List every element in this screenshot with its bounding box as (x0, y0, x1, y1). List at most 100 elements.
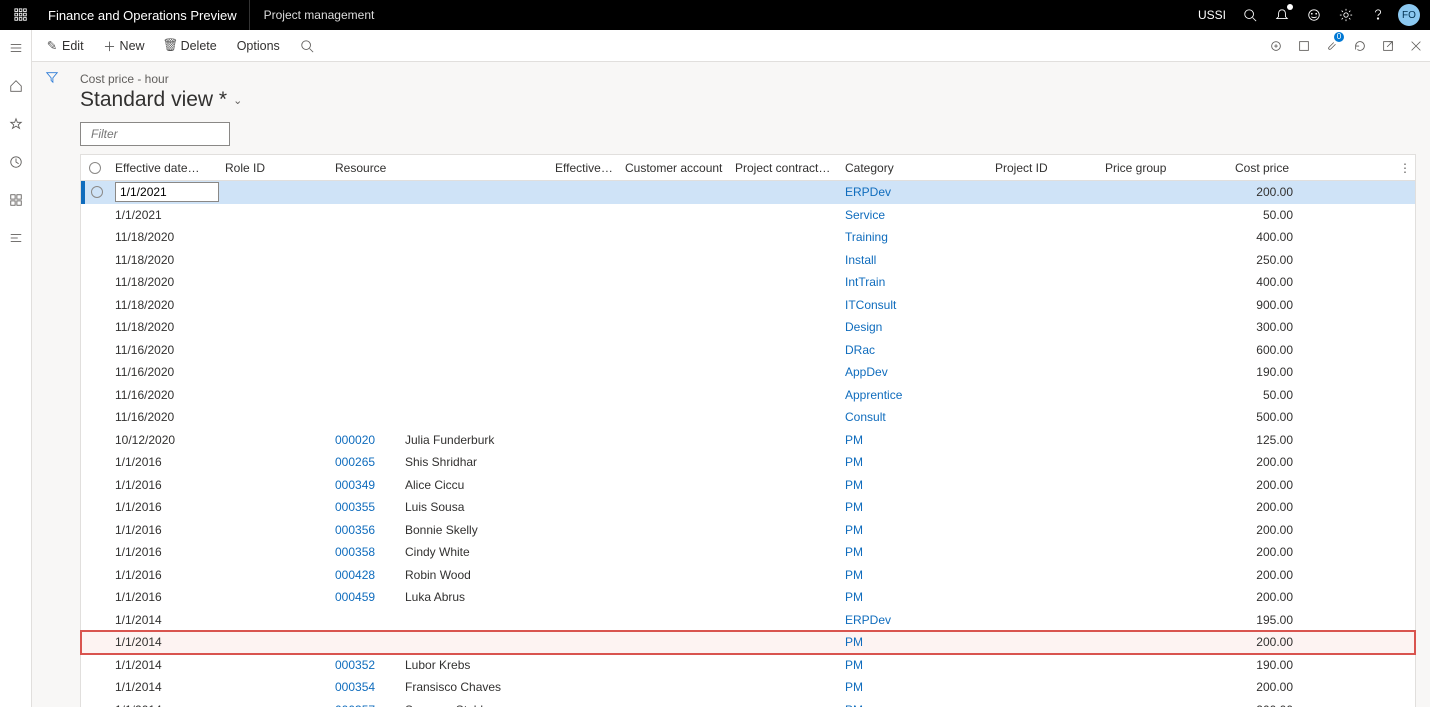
table-row[interactable]: 1/1/2016000356Bonnie SkellyPM200.00 (81, 519, 1415, 542)
cell-category[interactable]: PM (839, 658, 989, 672)
col-customer-account[interactable]: Customer account (619, 161, 729, 175)
cell-effective-date[interactable]: 1/1/2016 (109, 478, 219, 492)
notifications-icon[interactable] (1266, 0, 1298, 30)
table-row[interactable]: 1/1/2021Service50.00 (81, 204, 1415, 227)
nav-favorite-icon[interactable] (0, 112, 32, 136)
col-cost-price[interactable]: Cost price (1229, 161, 1299, 175)
cell-resource[interactable]: 000459 (329, 590, 399, 604)
filter-input[interactable] (91, 127, 248, 141)
table-row[interactable]: 1/1/2016000358Cindy WhitePM200.00 (81, 541, 1415, 564)
cell-category[interactable]: PM (839, 523, 989, 537)
cell-category[interactable]: Design (839, 320, 989, 334)
table-row[interactable]: 11/18/2020Design300.00 (81, 316, 1415, 339)
cell-effective-date[interactable]: 11/16/2020 (109, 365, 219, 379)
row-selector[interactable] (85, 186, 109, 198)
table-row[interactable]: 1/1/2016000355Luis SousaPM200.00 (81, 496, 1415, 519)
cell-category[interactable]: ERPDev (839, 613, 989, 627)
cell-effective-date[interactable]: 11/18/2020 (109, 275, 219, 289)
cell-effective-date[interactable]: 11/16/2020 (109, 410, 219, 424)
cell-category[interactable]: ITConsult (839, 298, 989, 312)
cell-effective-date[interactable]: 1/1/2014 (109, 635, 219, 649)
cell-resource[interactable]: 000357 (329, 703, 399, 707)
new-button[interactable]: ＋New (94, 30, 155, 61)
effective-date-input[interactable] (115, 182, 219, 202)
table-row[interactable]: 1/1/2016000349Alice CiccuPM200.00 (81, 474, 1415, 497)
cell-effective-date[interactable]: 1/1/2016 (109, 500, 219, 514)
cell-resource[interactable]: 000356 (329, 523, 399, 537)
col-project-id[interactable]: Project ID (989, 161, 1099, 175)
edit-button[interactable]: ✎Edit (36, 30, 94, 61)
table-row[interactable]: 1/1/2016000428Robin WoodPM200.00 (81, 564, 1415, 587)
table-row[interactable]: 10/12/2020000020Julia FunderburkPM125.00 (81, 429, 1415, 452)
attachments-count-icon[interactable]: 0 (1318, 30, 1346, 62)
table-row[interactable]: 11/16/2020DRac600.00 (81, 339, 1415, 362)
cell-category[interactable]: PM (839, 433, 989, 447)
cell-effective-date[interactable]: 1/1/2014 (109, 680, 219, 694)
select-all[interactable] (81, 162, 109, 174)
cell-category[interactable]: PM (839, 545, 989, 559)
cell-resource[interactable]: 000355 (329, 500, 399, 514)
col-effective-date[interactable]: Effective date↓ (109, 161, 219, 175)
cell-category[interactable]: ERPDev (839, 185, 989, 199)
cell-resource[interactable]: 000265 (329, 455, 399, 469)
cell-category[interactable]: PM (839, 478, 989, 492)
action-search-icon[interactable] (290, 30, 324, 61)
cell-category[interactable]: Service (839, 208, 989, 222)
column-options-icon[interactable]: ⋮ (1395, 161, 1415, 175)
cell-effective-date[interactable]: 10/12/2020 (109, 433, 219, 447)
cell-category[interactable]: PM (839, 680, 989, 694)
cell-resource[interactable]: 000349 (329, 478, 399, 492)
cell-effective-date[interactable]: 1/1/2016 (109, 545, 219, 559)
cell-effective-date[interactable] (109, 182, 219, 202)
cell-category[interactable]: IntTrain (839, 275, 989, 289)
cell-category[interactable]: Apprentice (839, 388, 989, 402)
table-row[interactable]: 11/16/2020AppDev190.00 (81, 361, 1415, 384)
table-row[interactable]: 11/18/2020ITConsult900.00 (81, 294, 1415, 317)
feedback-icon[interactable] (1298, 0, 1330, 30)
cell-category[interactable]: PM (839, 568, 989, 582)
cell-category[interactable]: PM (839, 455, 989, 469)
cell-resource[interactable]: 000020 (329, 433, 399, 447)
col-effective-labor[interactable]: Effective labor ... (549, 161, 619, 175)
module-name[interactable]: Project management (249, 0, 389, 30)
cell-effective-date[interactable]: 1/1/2016 (109, 455, 219, 469)
nav-hamburger-icon[interactable] (0, 36, 32, 60)
table-row[interactable]: 1/1/2014000352Lubor KrebsPM190.00 (81, 654, 1415, 677)
options-button[interactable]: Options (227, 30, 290, 61)
col-role-id[interactable]: Role ID (219, 161, 329, 175)
refresh-icon[interactable] (1346, 30, 1374, 62)
table-row[interactable]: 11/16/2020Apprentice50.00 (81, 384, 1415, 407)
close-icon[interactable] (1402, 30, 1430, 62)
cell-resource[interactable]: 000352 (329, 658, 399, 672)
cell-effective-date[interactable]: 1/1/2016 (109, 568, 219, 582)
cell-category[interactable]: AppDev (839, 365, 989, 379)
cell-effective-date[interactable]: 1/1/2014 (109, 658, 219, 672)
cell-effective-date[interactable]: 11/18/2020 (109, 320, 219, 334)
table-row[interactable]: 1/1/2014000354Fransisco ChavesPM200.00 (81, 676, 1415, 699)
cell-effective-date[interactable]: 11/16/2020 (109, 343, 219, 357)
nav-workspaces-icon[interactable] (0, 188, 32, 212)
table-row[interactable]: 11/16/2020Consult500.00 (81, 406, 1415, 429)
table-row[interactable]: 1/1/2014PM200.00 (81, 631, 1415, 654)
cell-effective-date[interactable]: 11/18/2020 (109, 253, 219, 267)
cell-effective-date[interactable]: 1/1/2014 (109, 613, 219, 627)
cell-effective-date[interactable]: 1/1/2016 (109, 523, 219, 537)
legal-entity[interactable]: USSI (1190, 8, 1234, 22)
table-row[interactable]: 1/1/2014000357Susanna Stubbe...PM200.00 (81, 699, 1415, 707)
cell-category[interactable]: Training (839, 230, 989, 244)
cell-effective-date[interactable]: 1/1/2016 (109, 590, 219, 604)
col-category[interactable]: Category (839, 161, 989, 175)
quick-filter[interactable] (80, 122, 230, 146)
help-icon[interactable] (1362, 0, 1394, 30)
cell-category[interactable]: PM (839, 590, 989, 604)
table-row[interactable]: 11/18/2020IntTrain400.00 (81, 271, 1415, 294)
search-icon[interactable] (1234, 0, 1266, 30)
view-title[interactable]: Standard view *⌄ (80, 88, 1416, 112)
cell-category[interactable]: PM (839, 703, 989, 707)
cell-category[interactable]: DRac (839, 343, 989, 357)
cell-effective-date[interactable]: 11/18/2020 (109, 298, 219, 312)
cell-effective-date[interactable]: 1/1/2021 (109, 208, 219, 222)
settings-icon[interactable] (1330, 0, 1362, 30)
table-row[interactable]: 11/18/2020Training400.00 (81, 226, 1415, 249)
cell-resource[interactable]: 000354 (329, 680, 399, 694)
